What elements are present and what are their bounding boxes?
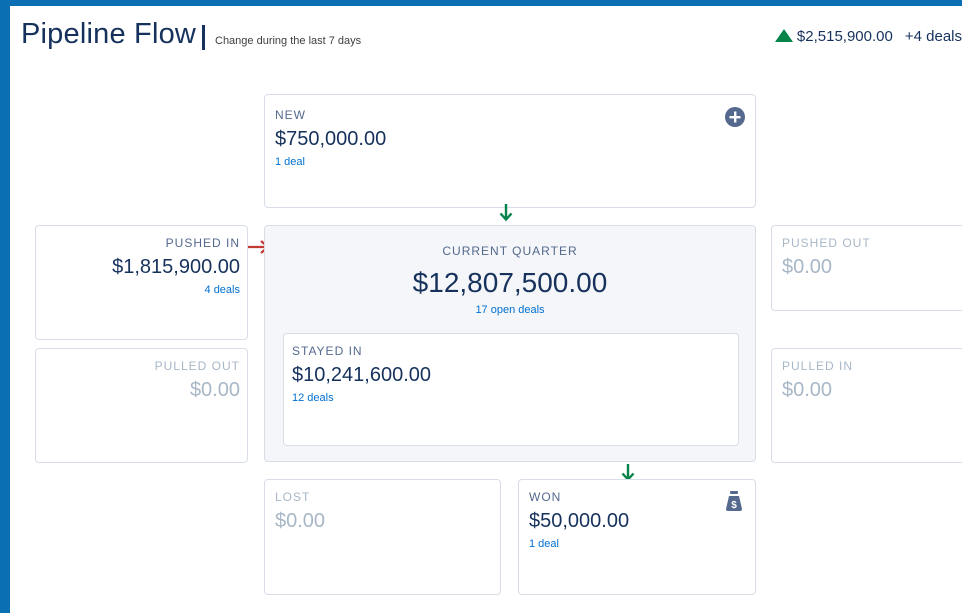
won-label: WON <box>529 490 562 504</box>
pushed-in-label: PUSHED IN <box>165 236 240 250</box>
current-quarter-amount: $12,807,500.00 <box>412 267 608 298</box>
arrow-down-icon <box>499 204 513 222</box>
new-amount: $750,000.00 <box>275 128 387 150</box>
page-subtitle: Change during the last 7 days <box>215 35 362 47</box>
stayed-in-count[interactable]: 12 deals <box>292 392 730 404</box>
lost-amount: $0.00 <box>275 510 326 532</box>
pushed-out-card[interactable]: PUSHED OUT $0.00 <box>771 225 962 311</box>
net-change-amount: $2,515,900.00 <box>796 28 893 45</box>
won-card[interactable]: WON $50,000.00 1 deal $ <box>518 479 756 595</box>
trend-up-icon <box>774 29 793 42</box>
net-change-deals: +4 deals <box>904 28 962 45</box>
lost-label: LOST <box>275 490 311 504</box>
pulled-out-amount: $0.00 <box>189 379 240 401</box>
title-divider <box>202 25 205 50</box>
stayed-in-amount: $10,241,600.00 <box>292 364 432 386</box>
stayed-in-card[interactable]: STAYED IN $10,241,600.00 12 deals <box>283 333 739 446</box>
page-title: Pipeline Flow <box>21 18 197 50</box>
pushed-out-label: PUSHED OUT <box>782 236 871 250</box>
new-card[interactable]: NEW $750,000.00 1 deal <box>264 94 756 208</box>
new-count[interactable]: 1 deal <box>275 156 745 168</box>
current-quarter-card[interactable]: CURRENT QUARTER $12,807,500.00 17 open d… <box>264 225 756 462</box>
won-count[interactable]: 1 deal <box>529 538 745 550</box>
money-bag-icon: $ <box>726 491 742 511</box>
pulled-out-card[interactable]: PULLED OUT $0.00 <box>35 348 248 463</box>
current-quarter-label: CURRENT QUARTER <box>442 244 578 258</box>
current-quarter-count[interactable]: 17 open deals <box>265 304 755 316</box>
pushed-in-count[interactable]: 4 deals <box>43 284 240 296</box>
pulled-out-label: PULLED OUT <box>154 359 240 373</box>
pushed-in-card[interactable]: PUSHED IN $1,815,900.00 4 deals <box>35 225 248 340</box>
pulled-in-label: PULLED IN <box>782 359 854 373</box>
add-circle-icon[interactable] <box>725 107 745 127</box>
stayed-in-label: STAYED IN <box>292 344 363 358</box>
pushed-in-amount: $1,815,900.00 <box>112 256 240 278</box>
pushed-out-amount: $0.00 <box>782 256 833 278</box>
lost-card[interactable]: LOST $0.00 <box>264 479 501 595</box>
pulled-in-amount: $0.00 <box>782 379 833 401</box>
new-label: NEW <box>275 108 306 122</box>
won-amount: $50,000.00 <box>529 510 630 532</box>
net-change-summary: $2,515,900.00 +4 deals <box>774 28 962 45</box>
pulled-in-card[interactable]: PULLED IN $0.00 <box>771 348 962 463</box>
svg-text:$: $ <box>731 500 737 511</box>
pipeline-flow-panel: Pipeline Flow Change during the last 7 d… <box>10 6 962 613</box>
